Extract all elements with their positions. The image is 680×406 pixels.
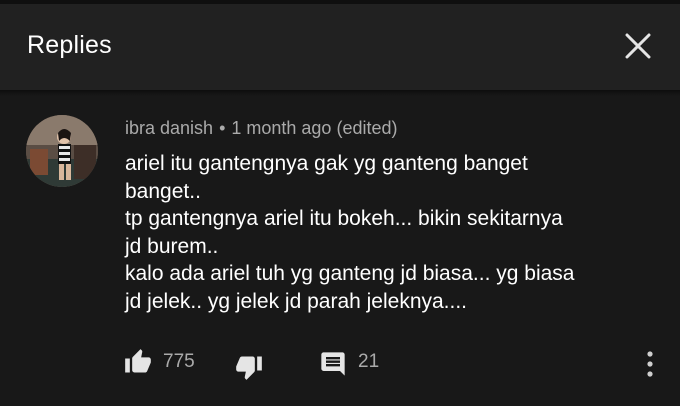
more-options-button[interactable] [636, 348, 664, 380]
close-button[interactable] [618, 26, 658, 66]
comment-meta: ibra danish • 1 month ago (edited) [125, 118, 397, 139]
comment-text: ariel itu gantengnya gak yg ganteng bang… [125, 152, 575, 313]
comment-actions: 775 21 [0, 344, 680, 384]
thumbs-up-icon [125, 349, 151, 373]
thumbs-down-icon [236, 356, 262, 380]
more-vertical-icon [647, 351, 653, 377]
comment: ibra danish • 1 month ago (edited) ariel i… [0, 96, 680, 406]
replies-header: Replies [0, 4, 680, 90]
page-title: Replies [27, 31, 112, 59]
like-count: 775 [163, 351, 195, 372]
reply-button[interactable] [319, 350, 347, 378]
author-name[interactable]: ibra danish [125, 118, 213, 138]
comment-icon [321, 352, 345, 376]
close-icon [625, 33, 651, 59]
avatar[interactable] [26, 115, 98, 187]
dislike-button[interactable] [235, 353, 263, 381]
avatar-image [26, 115, 98, 187]
meta-separator: • [219, 118, 226, 138]
like-button[interactable] [124, 348, 152, 376]
reply-count: 21 [358, 351, 380, 372]
timestamp: 1 month ago (edited) [231, 118, 398, 138]
